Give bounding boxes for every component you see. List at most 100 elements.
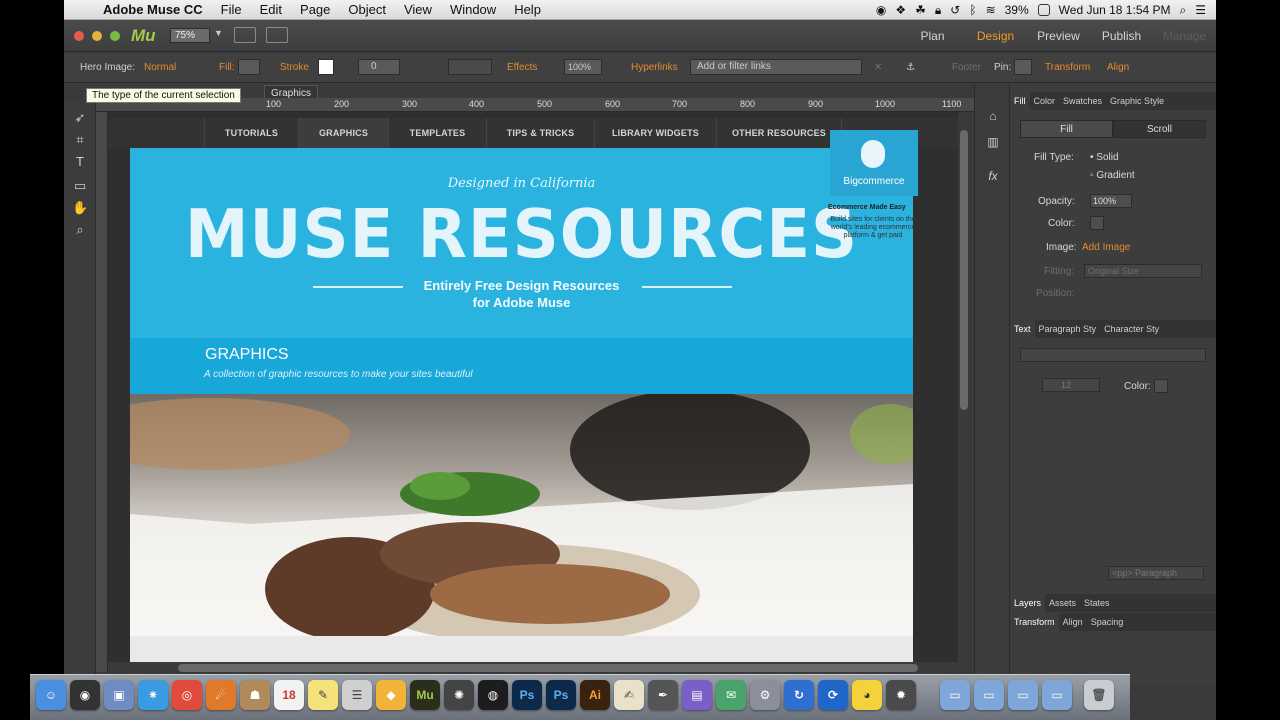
canvas-vertical-scrollbar[interactable] [958,112,970,662]
time-machine-icon[interactable]: ↺ [950,3,960,17]
tab-states[interactable]: States [1080,594,1114,612]
tab-swatches[interactable]: Swatches [1059,92,1106,110]
corner-radius-field[interactable] [448,59,492,75]
tab-align[interactable]: Align [1059,613,1087,631]
font-select[interactable] [1020,348,1206,362]
folder-icon[interactable]: ▭ [1042,680,1072,710]
nav-templates[interactable]: TEMPLATES [388,118,486,148]
menu-window[interactable]: Window [441,2,505,17]
text-tool-icon[interactable]: T [72,154,88,170]
nav-other-resources[interactable]: OTHER RESOURCES [716,118,842,148]
fitting-select[interactable]: Original Size [1084,264,1202,278]
scroll-thumb[interactable] [178,664,918,672]
hero-image[interactable] [130,394,913,636]
dvd-icon[interactable]: ◍ [478,680,508,710]
opacity-input[interactable]: 100% [1090,194,1132,208]
mode-plan[interactable]: Plan [901,29,964,43]
charts-icon[interactable]: ▤ [682,680,712,710]
tab-text[interactable]: Text [1010,320,1035,338]
sync-icon[interactable]: ↻ [784,680,814,710]
text-color-swatch[interactable] [1154,379,1168,393]
safari-icon[interactable]: ✷ [138,680,168,710]
radio-solid[interactable]: • Solid [1090,152,1119,163]
scroll-thumb[interactable] [960,130,968,410]
battery-percent[interactable]: 39% [1005,3,1029,17]
tab-character-styles[interactable]: Character Sty [1100,320,1163,338]
chrome-icon[interactable]: ◎ [172,680,202,710]
wifi-icon[interactable]: ≋ [986,3,996,17]
clock[interactable]: Wed Jun 18 1:54 PM [1059,3,1171,17]
opacity-field[interactable]: 100% [564,59,602,75]
tab-transform[interactable]: Transform [1010,613,1059,631]
trash-icon[interactable]: 🗑︎ [1084,680,1114,710]
hero-banner[interactable]: Designed in California MUSE RESOURCES En… [130,148,913,338]
nav-tutorials[interactable]: TUTORIALS [204,118,298,148]
photoshop-cc-icon[interactable]: Ps [546,680,576,710]
notification-center-icon[interactable]: ☰ [1195,3,1206,17]
dashboard-icon[interactable]: ◉ [70,680,100,710]
close-window-button[interactable] [74,31,84,41]
script-editor-icon[interactable]: ✍ [614,680,644,710]
spotlight-icon[interactable]: ⌕ [1180,3,1187,18]
photoshop-icon[interactable]: Ps [512,680,542,710]
font-size-field[interactable]: 12 [1042,378,1100,392]
menu-file[interactable]: File [212,2,251,17]
illustrator-icon[interactable]: Ai [580,680,610,710]
canvas-horizontal-scrollbar[interactable] [108,662,958,674]
tab-fill[interactable]: Fill [1010,92,1030,110]
fill-label[interactable]: Fill: [219,62,235,73]
mode-design[interactable]: Design [964,29,1027,43]
paragraph-style-select[interactable]: <pp> Paragraph [1108,566,1204,580]
aperture-icon[interactable]: ✺ [444,680,474,710]
library-icon[interactable]: ▥ [985,134,1001,150]
tab-spacing[interactable]: Spacing [1087,613,1128,631]
menu-help[interactable]: Help [505,2,550,17]
clear-link-icon[interactable]: ✕ [874,62,882,73]
preferences-icon[interactable]: ⚙ [750,680,780,710]
notes-icon[interactable]: ☰ [342,680,372,710]
zoom-level-field[interactable]: 75% [170,28,210,43]
lock-icon[interactable]: 🔒︎ [935,3,941,18]
widgets-library-icon[interactable]: ⌂ [985,108,1001,124]
menu-app-name[interactable]: Adobe Muse CC [94,2,212,17]
selection-tool-icon[interactable]: ➶ [72,110,88,126]
bluetooth-icon[interactable]: ᛒ [969,3,976,17]
mode-preview[interactable]: Preview [1027,29,1090,43]
view-layout-icon[interactable] [266,27,288,43]
align-link[interactable]: Align [1107,62,1129,73]
menu-object[interactable]: Object [339,2,395,17]
muse-icon[interactable]: Mu [410,680,440,710]
zoom-tool-icon[interactable]: ⌕ [72,222,88,238]
graphics-band[interactable]: GRAPHICS A collection of graphic resourc… [130,338,913,394]
segment-fill[interactable]: Fill [1020,120,1113,138]
preview-icon[interactable]: ▣ [104,680,134,710]
zoom-dropdown-icon[interactable]: ▼ [214,28,223,38]
stroke-width-field[interactable]: 0 [358,59,400,75]
maps-icon[interactable]: ✉ [716,680,746,710]
tab-layers[interactable]: Layers [1010,594,1046,612]
design-canvas[interactable]: TUTORIALS GRAPHICS TEMPLATES TIPS & TRIC… [108,112,958,662]
tab-assets[interactable]: Assets [1045,594,1080,612]
stroke-label[interactable]: Stroke [280,62,309,73]
hyperlinks-label[interactable]: Hyperlinks [631,62,678,73]
dropbox-icon[interactable]: ❖ [895,3,906,17]
mode-publish[interactable]: Publish [1090,29,1153,43]
segment-scroll[interactable]: Scroll [1113,120,1206,138]
calendar-icon[interactable]: 18 [274,680,304,710]
rectangle-tool-icon[interactable]: ▭ [72,178,88,194]
leaf-icon[interactable]: ☘ [915,3,926,17]
color-swatch[interactable] [1090,216,1104,230]
menu-edit[interactable]: Edit [251,2,291,17]
fx-icon[interactable]: fx [985,168,1001,184]
footer-label[interactable]: Footer [952,62,981,73]
tab-graphic-style[interactable]: Graphic Style [1106,92,1168,110]
nav-tips-tricks[interactable]: TIPS & TRICKS [486,118,594,148]
radio-gradient[interactable]: ◦ Gradient [1090,170,1135,181]
adium-icon[interactable]: ◕ [852,680,882,710]
menu-page[interactable]: Page [291,2,339,17]
folder-icon[interactable]: ▭ [974,680,1004,710]
folder-icon[interactable]: ▭ [940,680,970,710]
pin-grid-icon[interactable] [1014,59,1032,75]
effects-label[interactable]: Effects [507,62,537,73]
stroke-swatch[interactable] [318,59,334,75]
